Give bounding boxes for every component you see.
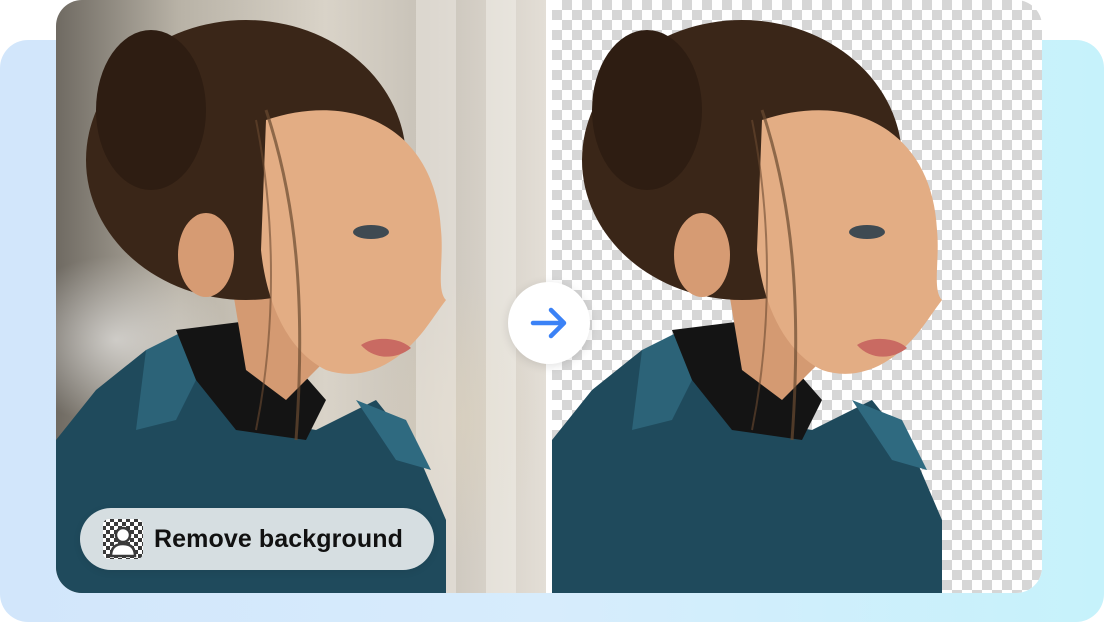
original-portrait-photo (56, 0, 516, 593)
remove-background-button[interactable]: Remove background (80, 508, 434, 570)
checkerboard-person-icon (103, 519, 143, 559)
after-image-panel (552, 0, 1042, 593)
remove-background-label: Remove background (154, 524, 403, 553)
before-image-panel: Remove background (56, 0, 546, 593)
transition-arrow-button (508, 282, 590, 364)
arrow-right-icon (530, 307, 567, 339)
background-removed-portrait (552, 20, 942, 593)
